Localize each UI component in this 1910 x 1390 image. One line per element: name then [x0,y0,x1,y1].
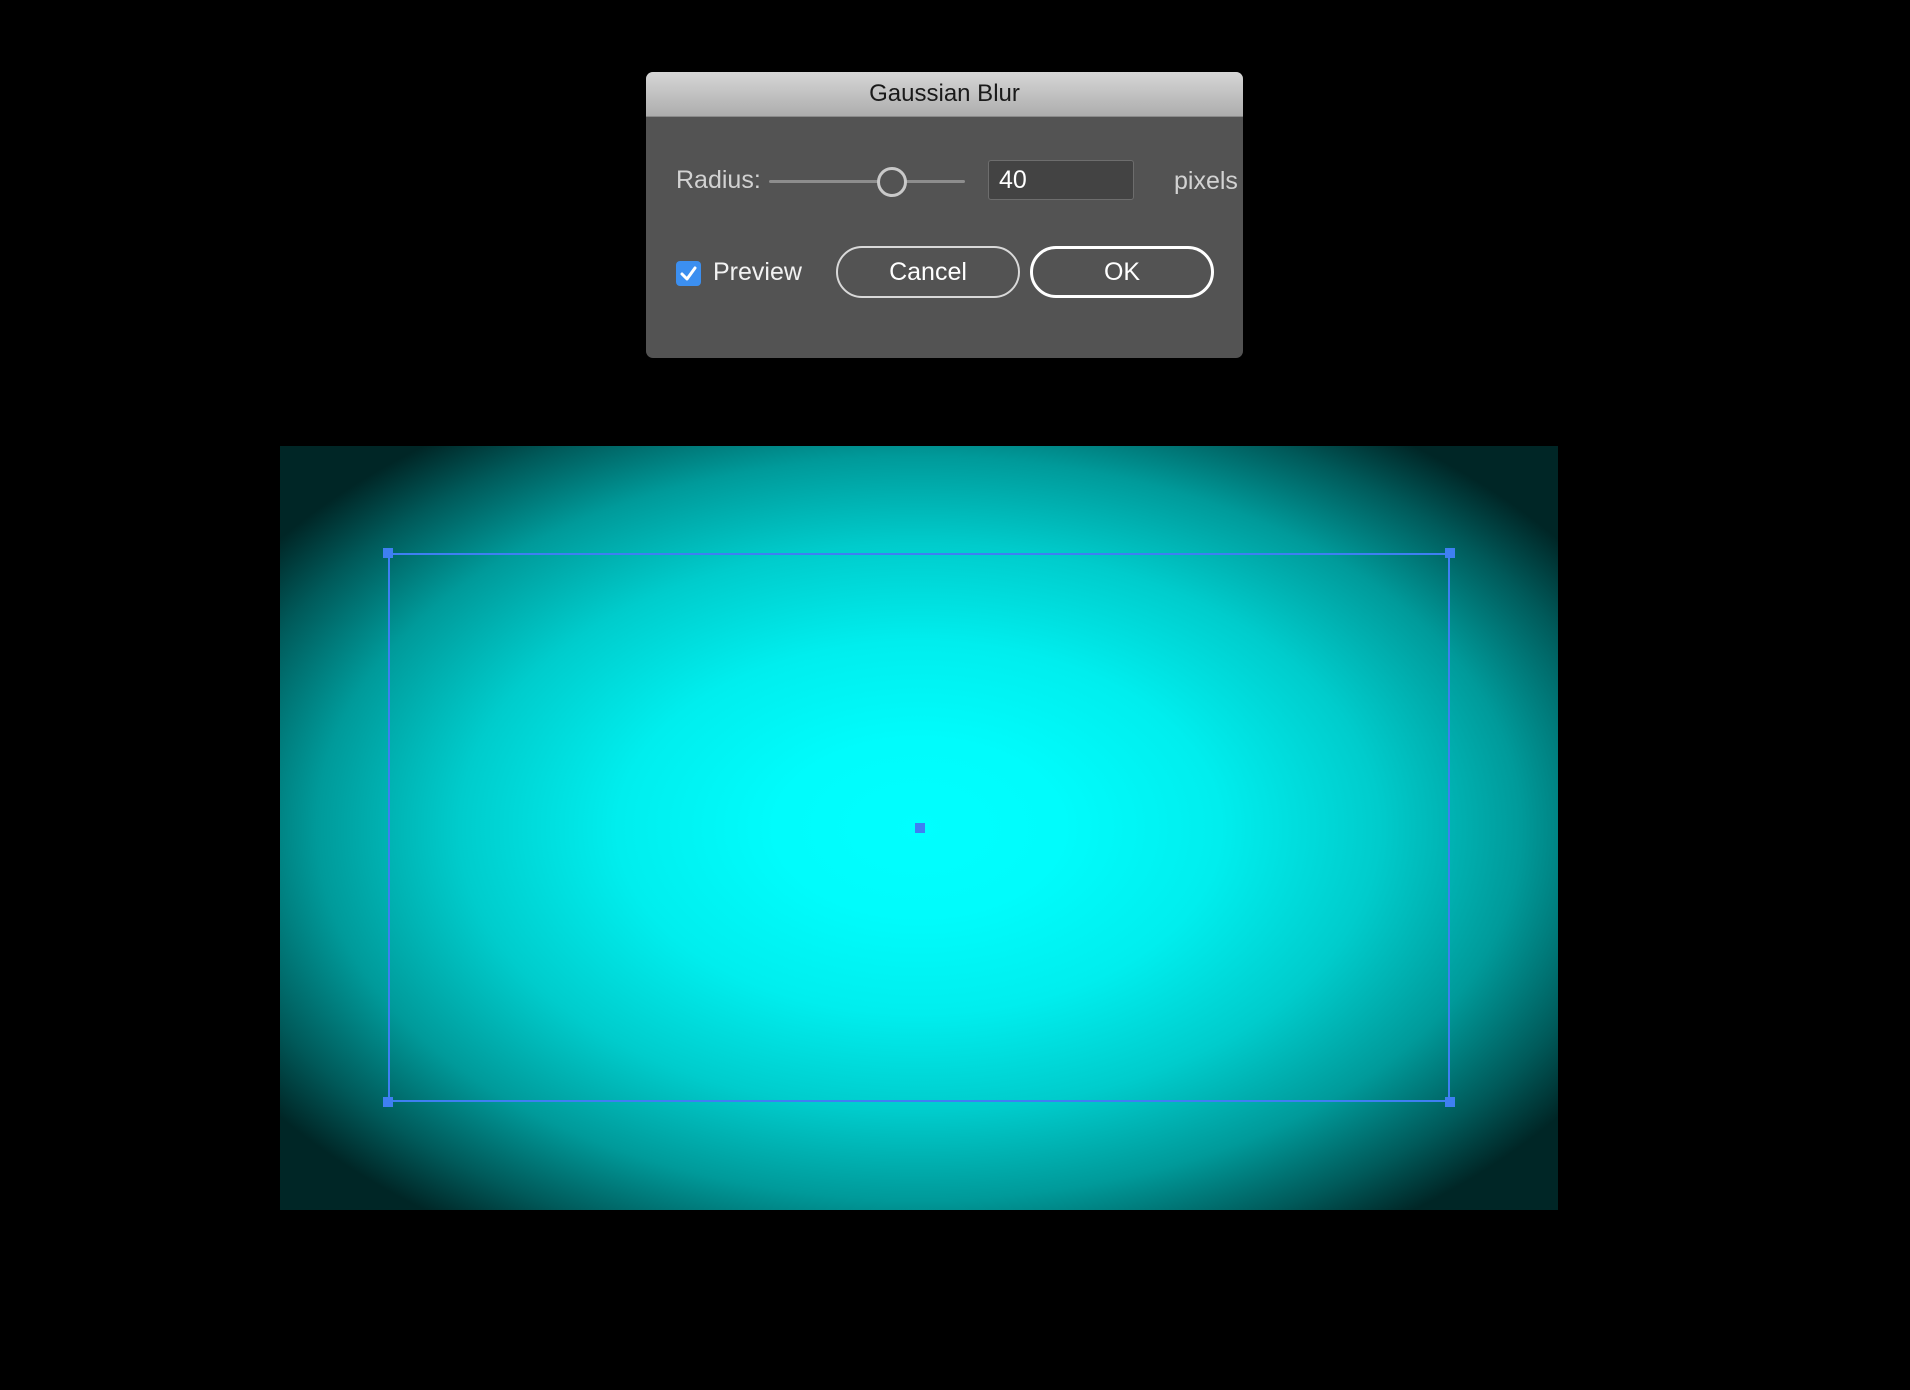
ok-button[interactable]: OK [1030,246,1214,298]
preview-checkbox[interactable] [676,261,701,286]
radius-label: Radius: [676,166,761,194]
radius-row: Radius: pixels [676,160,1238,204]
dialog-title[interactable]: Gaussian Blur [646,72,1243,117]
preview-label[interactable]: Preview [713,258,802,287]
slider-track[interactable] [769,180,965,183]
radius-unit: pixels [1174,167,1238,195]
center-point[interactable] [915,823,925,833]
radius-input[interactable] [988,160,1134,200]
workspace: Gaussian Blur Radius: pixels Preview Can… [0,0,1910,1390]
handle-top-right[interactable] [1445,548,1455,558]
slider-thumb-icon[interactable] [876,167,907,197]
gaussian-blur-dialog: Gaussian Blur Radius: pixels Preview Can… [646,72,1243,358]
handle-bottom-right[interactable] [1445,1097,1455,1107]
radius-slider[interactable] [769,160,965,204]
checkmark-icon [680,266,697,281]
handle-top-left[interactable] [383,548,393,558]
actions-row: Preview Cancel OK [676,246,1216,300]
handle-bottom-left[interactable] [383,1097,393,1107]
cancel-button[interactable]: Cancel [836,246,1020,298]
